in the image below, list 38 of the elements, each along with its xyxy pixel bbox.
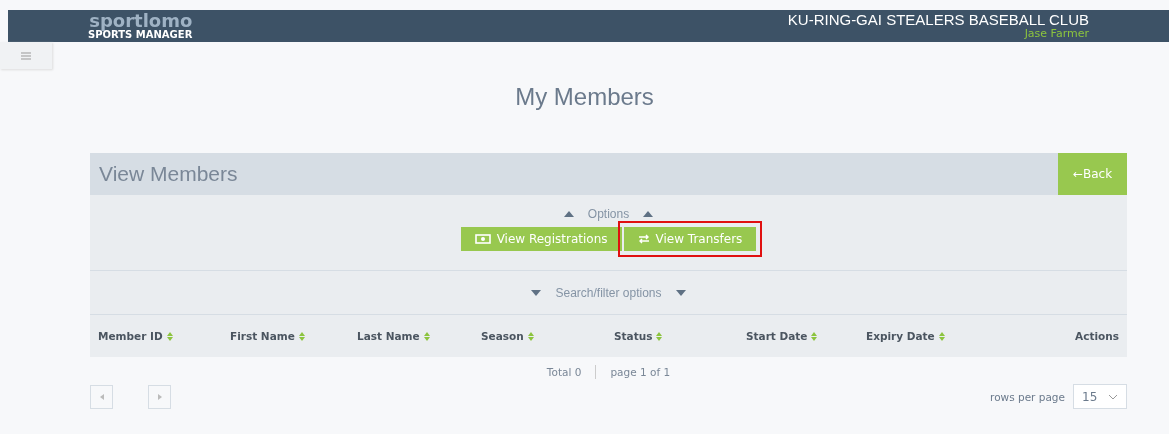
page-indicator: page 1 of 1 <box>610 366 671 378</box>
column-header[interactable]: Start Date <box>746 330 866 342</box>
column-header[interactable]: Member ID <box>98 330 230 342</box>
column-header: Actions <box>1075 330 1119 342</box>
logo-text: sportlomo <box>89 12 193 30</box>
sort-icon <box>166 331 173 341</box>
caret-up-icon <box>643 211 654 217</box>
menu-button[interactable] <box>0 42 52 69</box>
previous-page-button[interactable] <box>90 384 113 409</box>
sort-icon <box>527 331 534 341</box>
sort-icon <box>811 331 818 341</box>
rows-per-page-select[interactable]: 15 <box>1073 384 1127 409</box>
logo-subtitle: SPORTS MANAGER <box>88 30 193 40</box>
column-header[interactable]: Status <box>614 330 746 342</box>
banknote-icon <box>474 234 491 244</box>
sort-icon <box>423 331 430 341</box>
column-header[interactable]: Last Name <box>357 330 481 342</box>
next-page-button[interactable] <box>148 384 171 409</box>
total-count: Total 0 <box>546 366 582 378</box>
column-header[interactable]: Expiry Date <box>866 330 1076 342</box>
caret-down-icon <box>531 289 542 296</box>
rows-per-page-label: rows per page <box>990 390 1065 403</box>
user-name[interactable]: Jase Farmer <box>1024 28 1089 41</box>
panel-title: View Members <box>98 162 238 186</box>
column-header[interactable]: Season <box>481 330 614 342</box>
chevron-left-icon <box>99 393 104 400</box>
sort-icon <box>298 331 305 341</box>
chevron-down-icon <box>1108 393 1118 400</box>
page-title: My Members <box>514 83 655 111</box>
column-header[interactable]: First Name <box>230 330 357 342</box>
chevron-right-icon <box>157 393 162 400</box>
sort-icon <box>656 331 663 341</box>
club-name: KU-RING-GAI STEALERS BASEBALL CLUB <box>787 11 1089 29</box>
caret-up-icon <box>563 211 574 217</box>
sort-icon <box>938 331 945 341</box>
menu-icon <box>21 51 31 60</box>
swap-arrows-icon <box>637 234 650 244</box>
caret-down-icon <box>675 289 686 296</box>
